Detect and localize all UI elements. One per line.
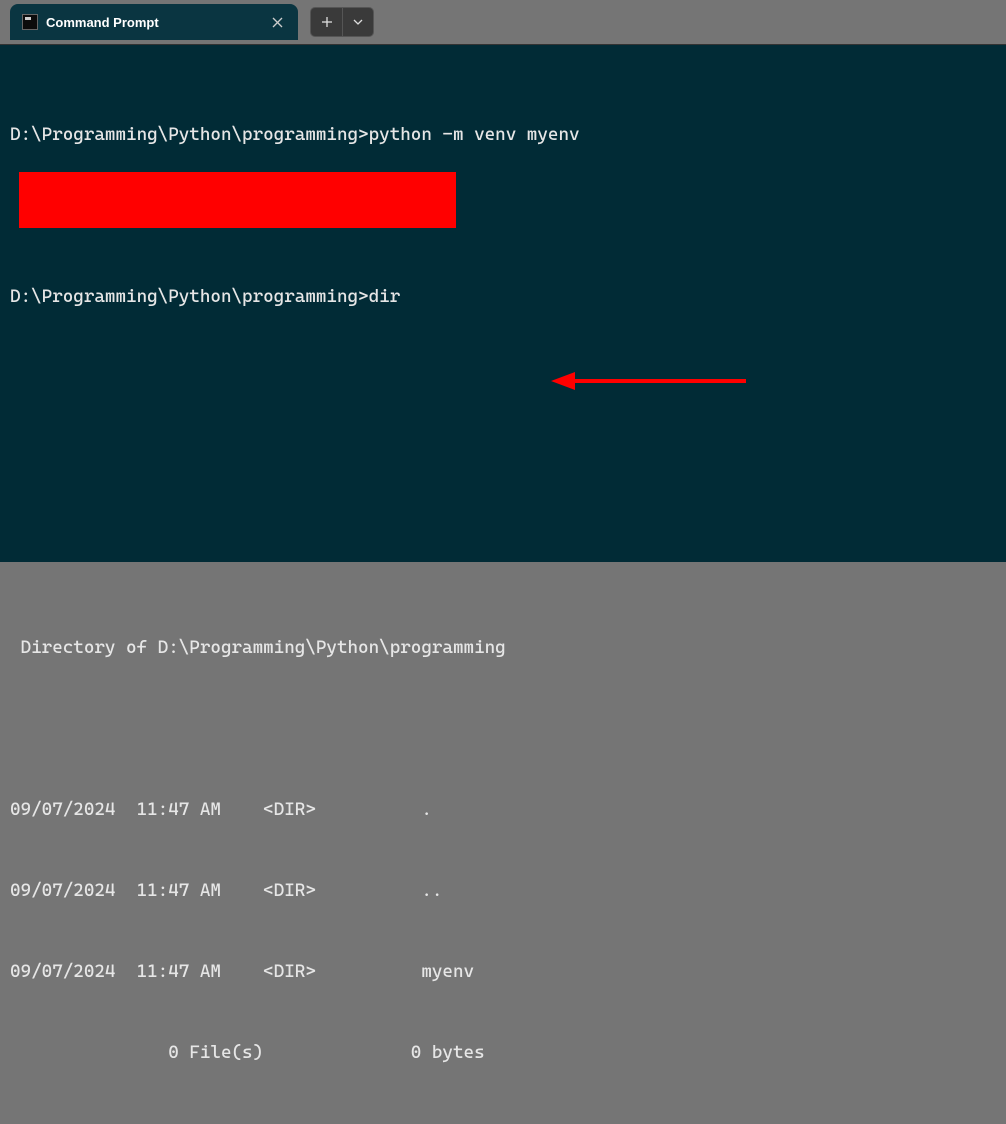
- tab-command-prompt[interactable]: Command Prompt: [10, 4, 298, 40]
- redacted-line-2: [10, 472, 996, 499]
- annotation-arrow: [551, 369, 751, 393]
- blank-line: [10, 715, 996, 742]
- tab-title: Command Prompt: [46, 15, 268, 30]
- dir-summary-files: 0 File(s) 0 bytes: [10, 1039, 996, 1066]
- blank-line: [10, 553, 996, 580]
- titlebar: Command Prompt: [0, 0, 1006, 44]
- prompt-line-1: D:\Programming\Python\programming>python…: [10, 121, 996, 148]
- dir-entry-parent: 09/07/2024 11:47 AM <DIR> ..: [10, 877, 996, 904]
- tab-dropdown-button[interactable]: [342, 7, 374, 37]
- plus-icon: [321, 16, 333, 28]
- redacted-line-1: [10, 391, 996, 418]
- close-icon: [272, 17, 283, 28]
- redacted-block: [19, 172, 456, 228]
- dir-entry-myenv: 09/07/2024 11:47 AM <DIR> myenv: [10, 958, 996, 985]
- chevron-down-icon: [353, 19, 363, 25]
- tab-controls: [310, 6, 374, 38]
- dir-entry-current: 09/07/2024 11:47 AM <DIR> .: [10, 796, 996, 823]
- close-tab-button[interactable]: [268, 13, 286, 31]
- terminal-pane[interactable]: D:\Programming\Python\programming>python…: [0, 44, 1006, 562]
- new-tab-button[interactable]: [310, 7, 342, 37]
- prompt-line-2: D:\Programming\Python\programming>dir: [10, 283, 996, 310]
- dir-header: Directory of D:\Programming\Python\progr…: [10, 634, 996, 661]
- command-prompt-icon: [22, 14, 38, 30]
- dir-summary-dirs: 3 Dir(s) 109,954,363,392 bytes free: [10, 1120, 996, 1124]
